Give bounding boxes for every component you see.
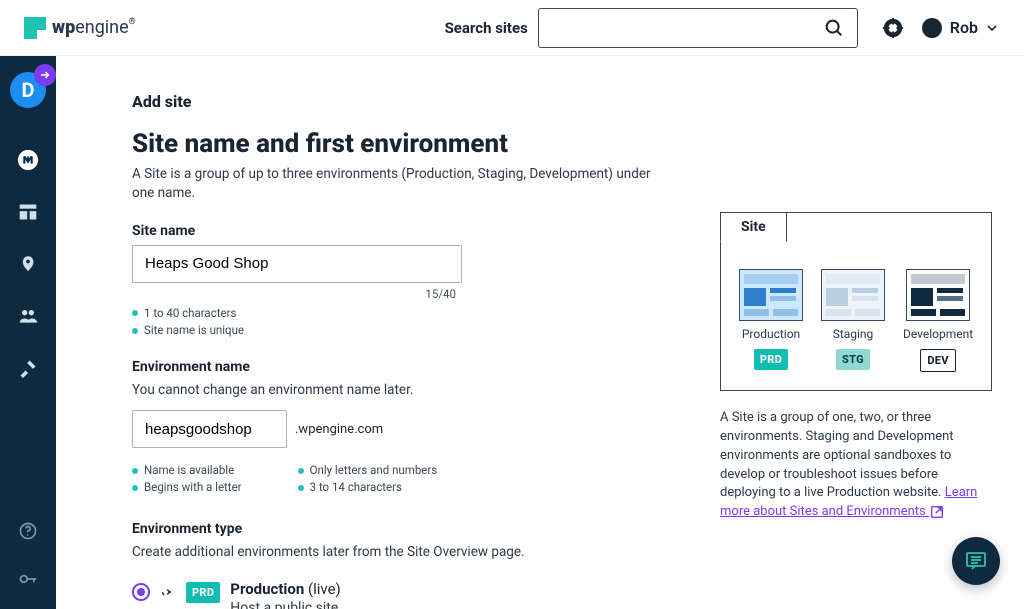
brand-logo[interactable]: wpengine® xyxy=(24,17,136,39)
expand-sidebar-icon[interactable] xyxy=(34,64,56,86)
env-chip: PRD xyxy=(186,582,220,603)
brand-engine: engine xyxy=(75,17,128,38)
hint-item: 1 to 40 characters xyxy=(132,305,672,322)
env-thumb-graphic xyxy=(821,269,885,321)
site-name-counter: 15/40 xyxy=(425,287,456,301)
env-chip: PRD xyxy=(754,349,788,370)
breadcrumb: Add site xyxy=(132,92,672,111)
chat-fab[interactable] xyxy=(952,537,1000,585)
chevron-down-icon xyxy=(984,20,1000,36)
env-name-input[interactable] xyxy=(132,410,287,448)
env-thumb: Production PRD xyxy=(739,269,803,372)
help-icon[interactable] xyxy=(882,17,904,39)
right-description: A Site is a group of one, two, or three … xyxy=(720,409,992,522)
hint-item: Only letters and numbers xyxy=(298,462,438,479)
account-letter: D xyxy=(22,78,35,102)
search-input[interactable] xyxy=(551,19,823,36)
avatar-icon xyxy=(922,18,942,38)
env-name-note: You cannot change an environment name la… xyxy=(132,381,672,400)
logo-mark-icon xyxy=(24,17,46,39)
env-type-title: Production (live) xyxy=(230,580,342,598)
search-label: Search sites xyxy=(445,19,528,37)
nav-dashboard-icon[interactable] xyxy=(16,200,40,224)
env-thumb-graphic xyxy=(906,269,970,321)
nav-help-icon[interactable] xyxy=(18,521,38,541)
external-link-icon xyxy=(929,504,945,520)
site-diagram: Site Production PRD Staging STG Developm… xyxy=(720,212,992,391)
env-type-label: Environment type xyxy=(132,521,672,537)
hint-item: Site name is unique xyxy=(132,322,672,339)
user-name: Rob xyxy=(950,18,978,37)
nav-key-icon[interactable] xyxy=(18,569,38,589)
nav-users-icon[interactable] xyxy=(16,304,40,328)
site-diagram-tab: Site xyxy=(720,212,787,242)
env-type-note: Create additional environments later fro… xyxy=(132,543,672,562)
account-switcher[interactable]: D xyxy=(10,72,46,108)
env-name-hints-left: Name is availableBegins with a letter xyxy=(132,462,242,497)
env-name-label: Environment name xyxy=(132,359,672,375)
env-thumb-label: Development xyxy=(903,327,973,341)
env-chip: STG xyxy=(836,349,870,370)
env-thumb-label: Staging xyxy=(833,327,874,341)
nav-ecommerce-icon[interactable] xyxy=(16,252,40,276)
brand-wp: wp xyxy=(52,17,75,38)
hint-item: Name is available xyxy=(132,462,242,479)
env-name-suffix: .wpengine.com xyxy=(295,422,383,437)
sidebar: D xyxy=(0,56,56,609)
site-name-hints: 1 to 40 charactersSite name is unique xyxy=(132,305,672,340)
env-type-option[interactable]: PRD Production (live) Host a public site… xyxy=(132,580,672,609)
search-icon[interactable] xyxy=(823,17,845,39)
page-subtitle: A Site is a group of up to three environ… xyxy=(132,165,672,203)
env-name-hints-right: Only letters and numbers3 to 14 characte… xyxy=(298,462,438,497)
env-thumb: Development DEV xyxy=(903,269,973,372)
user-menu[interactable]: Rob xyxy=(922,18,1000,38)
right-desc-text: A Site is a group of one, two, or three … xyxy=(720,410,954,500)
nav-tools-icon[interactable] xyxy=(16,356,40,380)
env-thumb-label: Production xyxy=(742,327,800,341)
env-thumb: Staging STG xyxy=(821,269,885,372)
site-name-input[interactable] xyxy=(132,245,462,283)
site-name-label: Site name xyxy=(132,223,672,239)
hint-item: Begins with a letter xyxy=(132,479,242,496)
env-type-desc: Host a public site. xyxy=(230,600,342,609)
search-box[interactable] xyxy=(538,8,858,48)
env-thumb-graphic xyxy=(739,269,803,321)
env-chip: DEV xyxy=(920,349,955,372)
nav-sites-icon[interactable] xyxy=(16,148,40,172)
page-title: Site name and first environment xyxy=(132,129,672,159)
hint-item: 3 to 14 characters xyxy=(298,479,438,496)
deploy-arrow-icon xyxy=(160,584,176,600)
radio-button[interactable] xyxy=(132,583,150,601)
